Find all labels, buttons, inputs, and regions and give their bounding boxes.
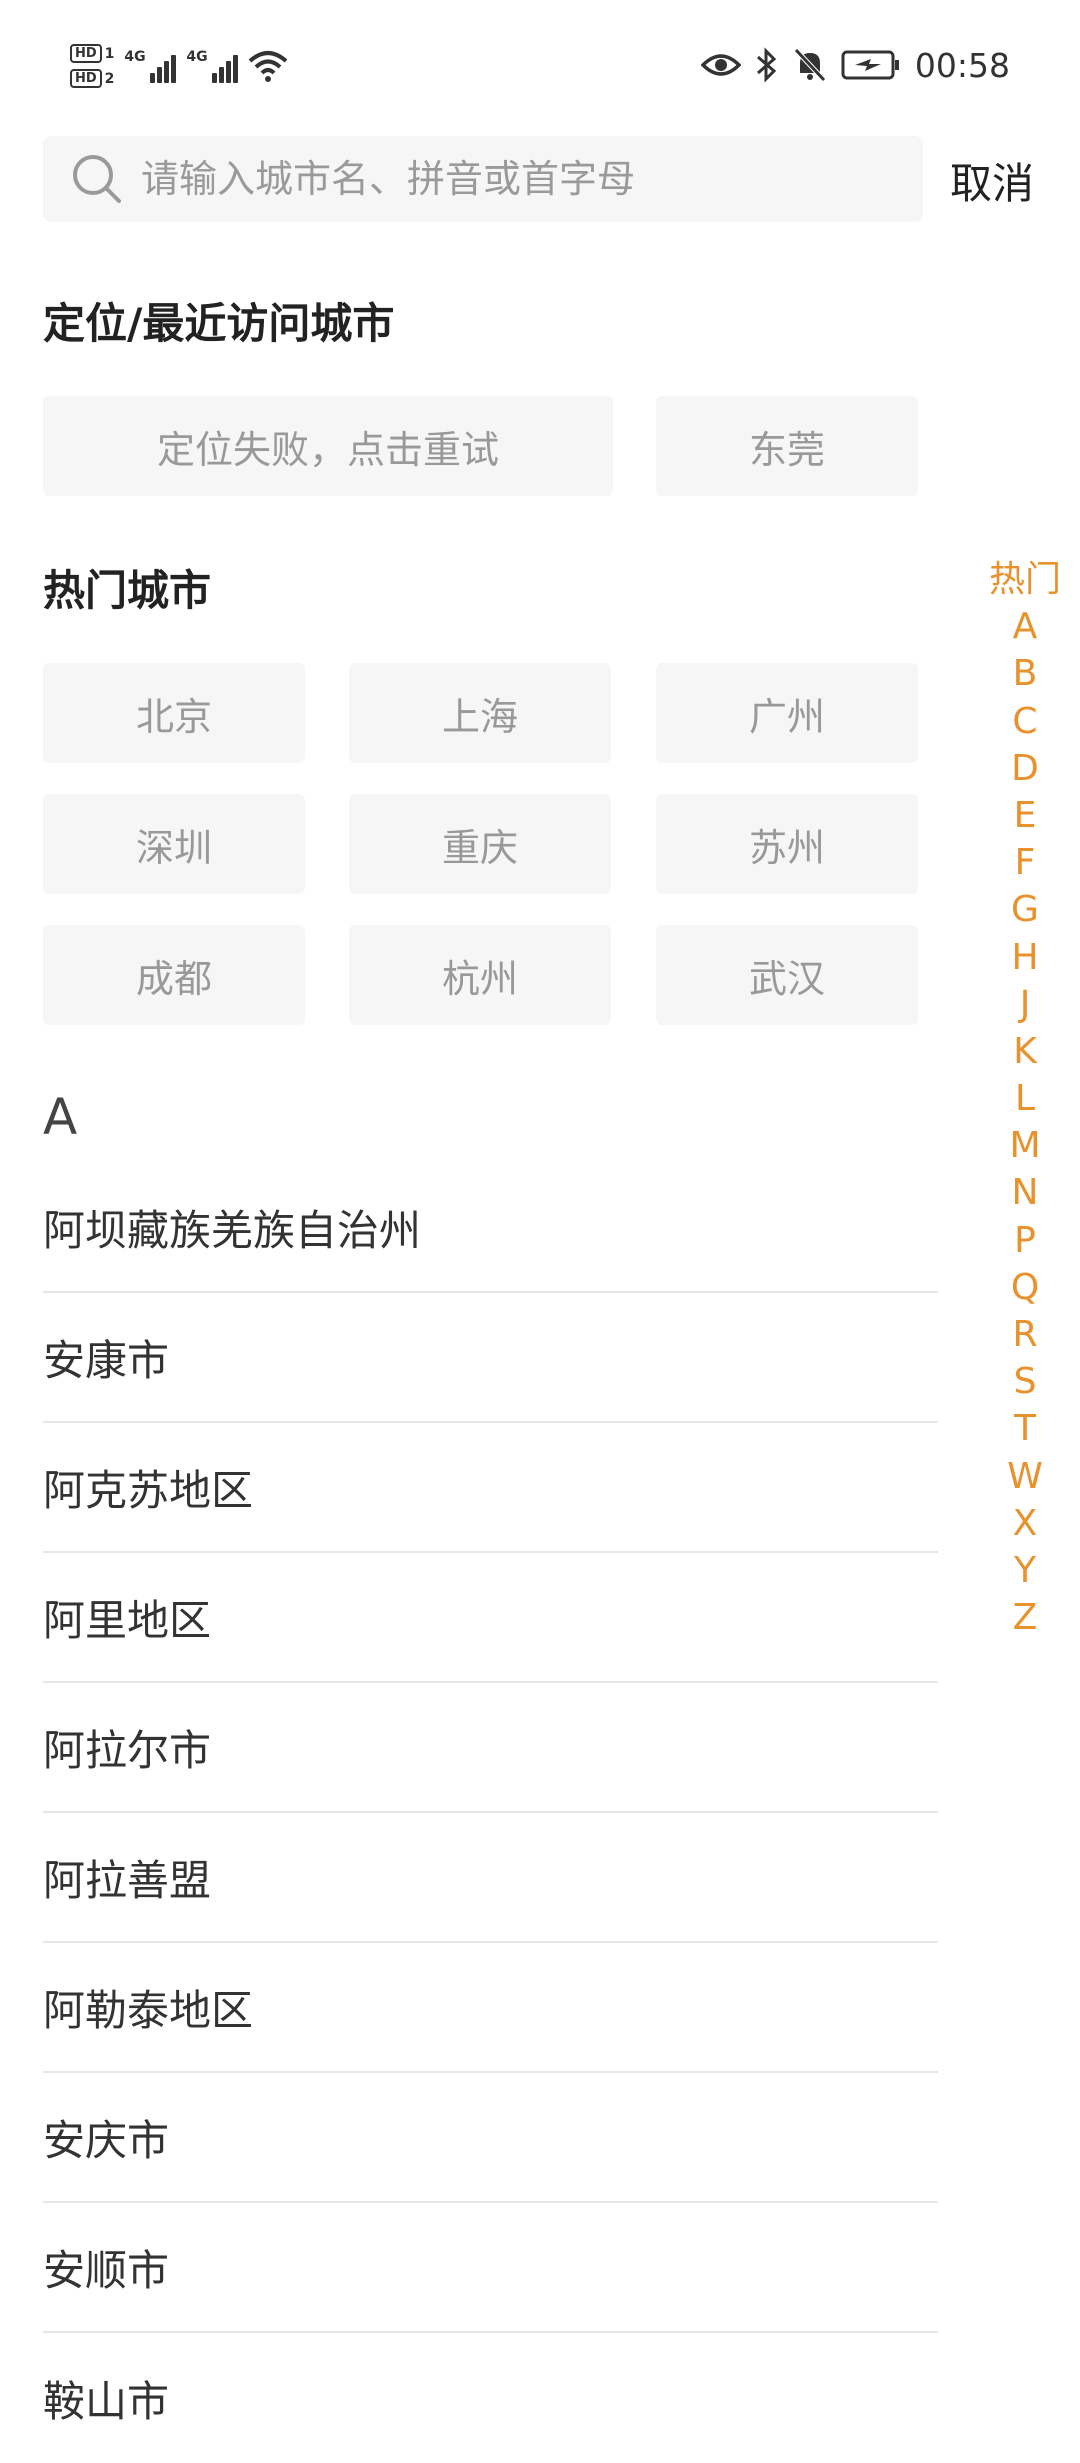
index-item-n[interactable]: N [1012, 1169, 1039, 1216]
hot-city-chip[interactable]: 北京 [43, 663, 305, 763]
search-box[interactable] [43, 136, 923, 222]
index-item-h[interactable]: H [1011, 934, 1038, 981]
hot-city-chip[interactable]: 上海 [349, 663, 611, 763]
bluetooth-icon [756, 47, 777, 83]
hd-label-2: HD [70, 69, 102, 88]
hot-city-chip[interactable]: 深圳 [43, 794, 305, 894]
index-item-b[interactable]: B [1013, 650, 1038, 697]
index-item-w[interactable]: W [1007, 1453, 1043, 1500]
index-item-e[interactable]: E [1014, 792, 1037, 839]
index-item-f[interactable]: F [1015, 839, 1036, 886]
alphabet-index-bar[interactable]: 热门 A B C D E F G H J K L M N P Q R S T W… [980, 556, 1070, 1641]
city-list-item[interactable]: 安康市 [43, 1293, 938, 1423]
signal-2-icon: 4G [186, 49, 239, 83]
index-item-a[interactable]: A [1013, 603, 1038, 650]
status-time: 00:58 [914, 45, 1010, 85]
hot-city-chip[interactable]: 武汉 [656, 925, 918, 1025]
city-list-item[interactable]: 安庆市 [43, 2073, 938, 2203]
index-item-c[interactable]: C [1012, 698, 1037, 745]
index-item-k[interactable]: K [1013, 1028, 1037, 1075]
index-item-hot[interactable]: 热门 [989, 556, 1061, 603]
hot-city-chip[interactable]: 成都 [43, 925, 305, 1025]
status-right: 00:58 [700, 40, 1010, 90]
index-item-m[interactable]: M [1009, 1122, 1040, 1169]
hot-section-title: 热门城市 [43, 566, 212, 615]
mute-bell-icon [794, 48, 826, 82]
eye-icon [700, 54, 741, 76]
search-input[interactable] [139, 144, 923, 214]
hd-badge-2: HD 2 [70, 69, 114, 88]
status-bar: HD 1 HD 2 4G 4G 00:58 [0, 0, 1080, 130]
city-list-item[interactable]: 阿克苏地区 [43, 1423, 938, 1553]
letter-header: A [43, 1088, 78, 1146]
hd-sub-1: 1 [104, 45, 115, 62]
hot-city-chip[interactable]: 杭州 [349, 925, 611, 1025]
locate-retry-button[interactable]: 定位失败，点击重试 [43, 396, 613, 496]
location-section-title: 定位/最近访问城市 [43, 299, 395, 348]
hd-label-1: HD [70, 44, 102, 63]
index-item-r[interactable]: R [1012, 1311, 1037, 1358]
index-item-q[interactable]: Q [1011, 1264, 1039, 1311]
index-item-s[interactable]: S [1014, 1358, 1037, 1405]
index-item-p[interactable]: P [1014, 1217, 1036, 1264]
hot-city-chip[interactable]: 广州 [656, 663, 918, 763]
battery-charging-icon [841, 50, 899, 80]
recent-city-chip[interactable]: 东莞 [656, 396, 918, 496]
cancel-button[interactable]: 取消 [950, 140, 1034, 220]
hd-badge-1: HD 1 [70, 44, 114, 63]
wifi-icon [249, 51, 288, 82]
network-type-1: 4G [124, 49, 146, 65]
city-list-item[interactable]: 阿勒泰地区 [43, 1943, 938, 2073]
hd-sub-2: 2 [104, 70, 115, 87]
index-item-g[interactable]: G [1011, 886, 1039, 933]
hd-indicators: HD 1 HD 2 [70, 44, 114, 88]
index-item-x[interactable]: X [1013, 1500, 1038, 1547]
index-item-z[interactable]: Z [1013, 1594, 1038, 1641]
city-list-item[interactable]: 阿拉尔市 [43, 1683, 938, 1813]
status-left: HD 1 HD 2 4G 4G [70, 36, 288, 96]
index-item-l[interactable]: L [1015, 1075, 1035, 1122]
city-list-item[interactable]: 鞍山市 [43, 2333, 938, 2463]
city-list-item[interactable]: 阿拉善盟 [43, 1813, 938, 1943]
index-item-t[interactable]: T [1014, 1405, 1036, 1452]
network-type-2: 4G [186, 49, 208, 65]
city-list-item[interactable]: 阿里地区 [43, 1553, 938, 1683]
city-list: 阿坝藏族羌族自治州 安康市 阿克苏地区 阿里地区 阿拉尔市 阿拉善盟 阿勒泰地区… [43, 1163, 938, 2463]
search-icon [73, 155, 121, 203]
city-list-item[interactable]: 安顺市 [43, 2203, 938, 2333]
index-item-j[interactable]: J [1020, 981, 1031, 1028]
index-item-d[interactable]: D [1011, 745, 1039, 792]
city-list-item[interactable]: 阿坝藏族羌族自治州 [43, 1163, 938, 1293]
hot-city-chip[interactable]: 苏州 [656, 794, 918, 894]
hot-city-chip[interactable]: 重庆 [349, 794, 611, 894]
signal-1-icon: 4G [124, 49, 177, 83]
index-item-y[interactable]: Y [1014, 1547, 1036, 1594]
